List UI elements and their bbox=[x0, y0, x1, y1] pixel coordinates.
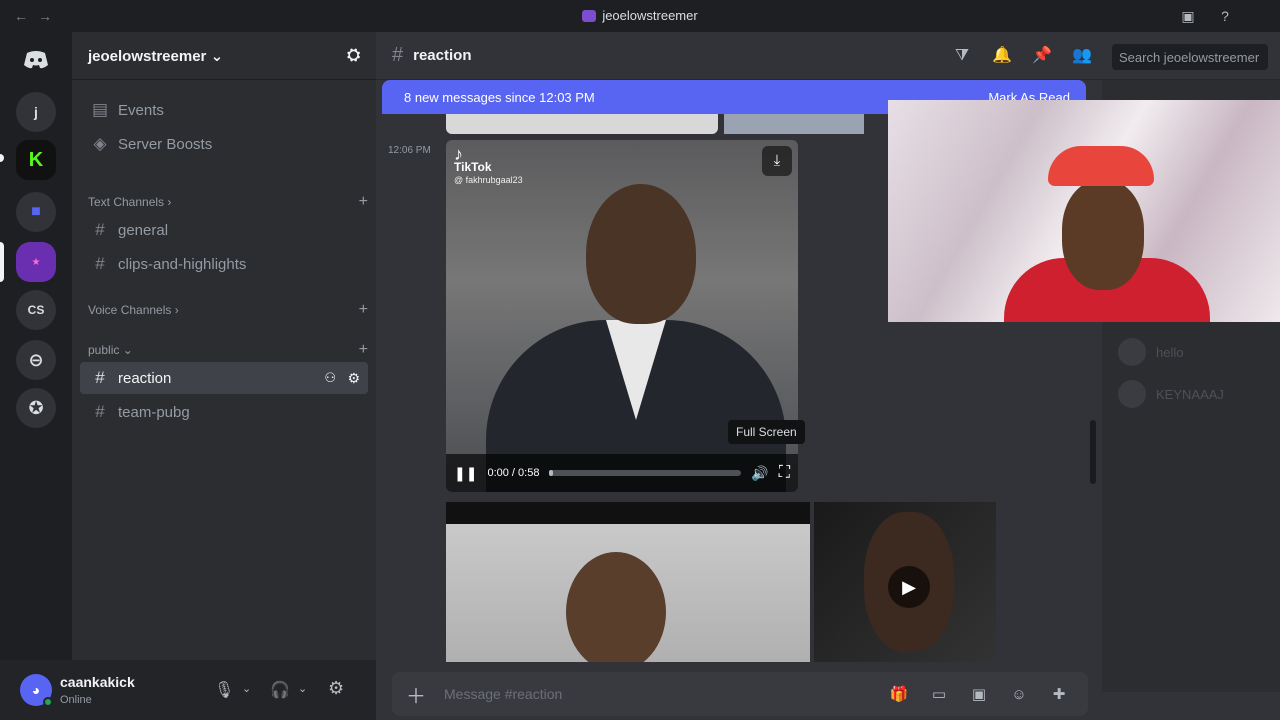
invite-icon[interactable]: ⛭ bbox=[347, 47, 360, 65]
volume-icon[interactable]: 🔊 bbox=[751, 465, 768, 482]
channel-team-pubg[interactable]: # team-pubg bbox=[80, 396, 368, 428]
download-icon[interactable]: ⤓ bbox=[762, 146, 792, 176]
add-attachment-icon[interactable]: ＋ bbox=[406, 680, 434, 709]
channel-general[interactable]: # general bbox=[80, 214, 368, 246]
microphone-icon[interactable]: 🎙 bbox=[214, 680, 234, 700]
gear-icon[interactable]: ⚙ bbox=[347, 370, 360, 387]
inbox-icon[interactable]: ▣ bbox=[1178, 6, 1198, 26]
create-invite-icon[interactable]: ⚇ bbox=[324, 370, 336, 386]
hashtag-icon: # bbox=[392, 44, 404, 66]
folder-icon[interactable]: ■ bbox=[16, 192, 56, 232]
window-title: jeoelowstreemer bbox=[602, 8, 698, 23]
video-thumbnail[interactable] bbox=[446, 502, 810, 662]
video-frame-detail bbox=[586, 184, 696, 324]
pin-icon[interactable]: 📌 bbox=[1032, 46, 1052, 66]
category-public[interactable]: public ⌄ + bbox=[88, 340, 368, 360]
add-channel-icon[interactable]: + bbox=[359, 341, 368, 359]
server-name: jeoelowstreemer bbox=[88, 47, 207, 65]
hashtag-icon: # bbox=[95, 368, 105, 387]
video-progress-bar[interactable] bbox=[549, 470, 742, 476]
hashtag-icon: # bbox=[95, 402, 105, 421]
channel-reaction[interactable]: # reaction ⚇ ⚙ bbox=[80, 362, 368, 394]
online-status-icon bbox=[43, 697, 53, 707]
video-progress-fill bbox=[549, 470, 554, 476]
hashtag-icon: # bbox=[95, 220, 105, 239]
add-channel-icon[interactable]: + bbox=[359, 193, 368, 211]
chevron-down-icon[interactable]: ⌄ bbox=[242, 682, 251, 695]
gif-icon[interactable]: ▭ bbox=[924, 685, 954, 703]
headphones-icon[interactable]: 🎧 bbox=[270, 680, 290, 700]
server-list: j K ■ ★ CS ⊖ ✪ bbox=[0, 32, 72, 720]
video-time: 0:00 / 0:58 bbox=[487, 467, 540, 479]
category-text-channels[interactable]: Text Channels › + bbox=[88, 192, 368, 212]
scrollbar[interactable] bbox=[1090, 420, 1096, 484]
user-status: Online bbox=[60, 694, 92, 706]
message-timestamp: 12:06 PM bbox=[388, 145, 431, 156]
unread-indicator bbox=[0, 154, 4, 162]
chevron-down-icon[interactable]: ⌄ bbox=[298, 682, 307, 695]
add-channel-icon[interactable]: + bbox=[359, 301, 368, 319]
server-icon-round[interactable]: ⊖ bbox=[16, 340, 56, 380]
gift-icon[interactable]: 🎁 bbox=[884, 685, 914, 703]
discord-home-icon[interactable] bbox=[16, 40, 56, 80]
fullscreen-icon[interactable]: ⛶ bbox=[779, 464, 790, 482]
chat-area: # reaction ⧩ 🔔 📌 👥 Search jeoelowstreeme… bbox=[376, 32, 1280, 720]
boost-icon: ◈ bbox=[93, 134, 107, 153]
guild-cs[interactable]: CS bbox=[16, 290, 56, 330]
video-thumbnail[interactable]: ▶ bbox=[814, 502, 996, 662]
previous-attachment bbox=[724, 114, 864, 134]
apps-icon[interactable]: ✚ bbox=[1044, 685, 1074, 703]
video-controls: ❚❚ 0:00 / 0:58 🔊 ⛶ bbox=[446, 454, 798, 492]
tiktok-watermark: ♪ TikTok @ fakhrubgaal23 bbox=[454, 144, 523, 185]
user-panel: ◕ caankakick Online 🎙 ⌄ 🎧 ⌄ ⚙ bbox=[0, 660, 376, 720]
avatar bbox=[1118, 338, 1146, 366]
previous-attachment bbox=[446, 114, 718, 134]
current-server-icon[interactable]: ★ bbox=[16, 242, 56, 282]
calendar-icon: ▤ bbox=[91, 100, 109, 119]
bell-icon[interactable]: 🔔 bbox=[992, 46, 1012, 66]
member-item[interactable]: KEYNAAAJ bbox=[1118, 380, 1278, 408]
help-icon[interactable]: ? bbox=[1215, 6, 1235, 26]
server-boosts-item[interactable]: ◈ Server Boosts bbox=[80, 128, 368, 160]
message-composer: ＋ Message #reaction 🎁 ▭ ▣ ☺ ✚ bbox=[392, 672, 1088, 716]
category-voice-channels[interactable]: Voice Channels › + bbox=[88, 300, 368, 320]
avatar bbox=[1118, 380, 1146, 408]
members-icon[interactable]: 👥 bbox=[1072, 46, 1092, 66]
message-input[interactable]: Message #reaction bbox=[434, 686, 874, 702]
window-title-wrap: jeoelowstreemer bbox=[0, 8, 1280, 23]
video-frame-detail bbox=[566, 552, 666, 662]
hashtag-icon: # bbox=[95, 254, 105, 273]
channel-name: reaction bbox=[413, 47, 472, 64]
server-icon bbox=[582, 10, 597, 22]
webcam-frame-detail bbox=[1048, 146, 1154, 186]
new-messages-text: 8 new messages since 12:03 PM bbox=[404, 89, 595, 105]
user-settings-icon[interactable]: ⚙ bbox=[328, 678, 344, 699]
search-input[interactable]: Search jeoelowstreemer bbox=[1112, 44, 1268, 70]
threads-icon[interactable]: ⧩ bbox=[952, 46, 972, 66]
title-bar: ←→ jeoelowstreemer ▣ ? bbox=[0, 0, 1280, 32]
selected-indicator bbox=[0, 242, 4, 282]
chevron-down-icon: ⌄ bbox=[210, 47, 224, 65]
channel-clips-and-highlights[interactable]: # clips-and-highlights bbox=[80, 248, 368, 280]
webcam-frame-detail bbox=[1062, 180, 1144, 290]
emoji-icon[interactable]: ☺ bbox=[1004, 686, 1034, 703]
fullscreen-tooltip: Full Screen bbox=[728, 420, 805, 444]
username[interactable]: caankakick bbox=[60, 674, 135, 690]
kick-server-icon[interactable]: K bbox=[16, 140, 56, 180]
server-header[interactable]: jeoelowstreemer ⌄ ⛭ bbox=[72, 32, 376, 80]
member-item[interactable]: hello bbox=[1118, 338, 1278, 366]
discover-icon[interactable]: ✪ bbox=[16, 388, 56, 428]
pause-icon[interactable]: ❚❚ bbox=[454, 465, 477, 482]
sticker-icon[interactable]: ▣ bbox=[964, 685, 994, 703]
guild-j[interactable]: j bbox=[16, 92, 56, 132]
webcam-overlay bbox=[888, 100, 1280, 322]
channel-sidebar: jeoelowstreemer ⌄ ⛭ ▤ Events ◈ Server Boos… bbox=[72, 32, 376, 660]
events-item[interactable]: ▤ Events bbox=[80, 94, 368, 126]
play-icon[interactable]: ▶ bbox=[888, 566, 930, 608]
